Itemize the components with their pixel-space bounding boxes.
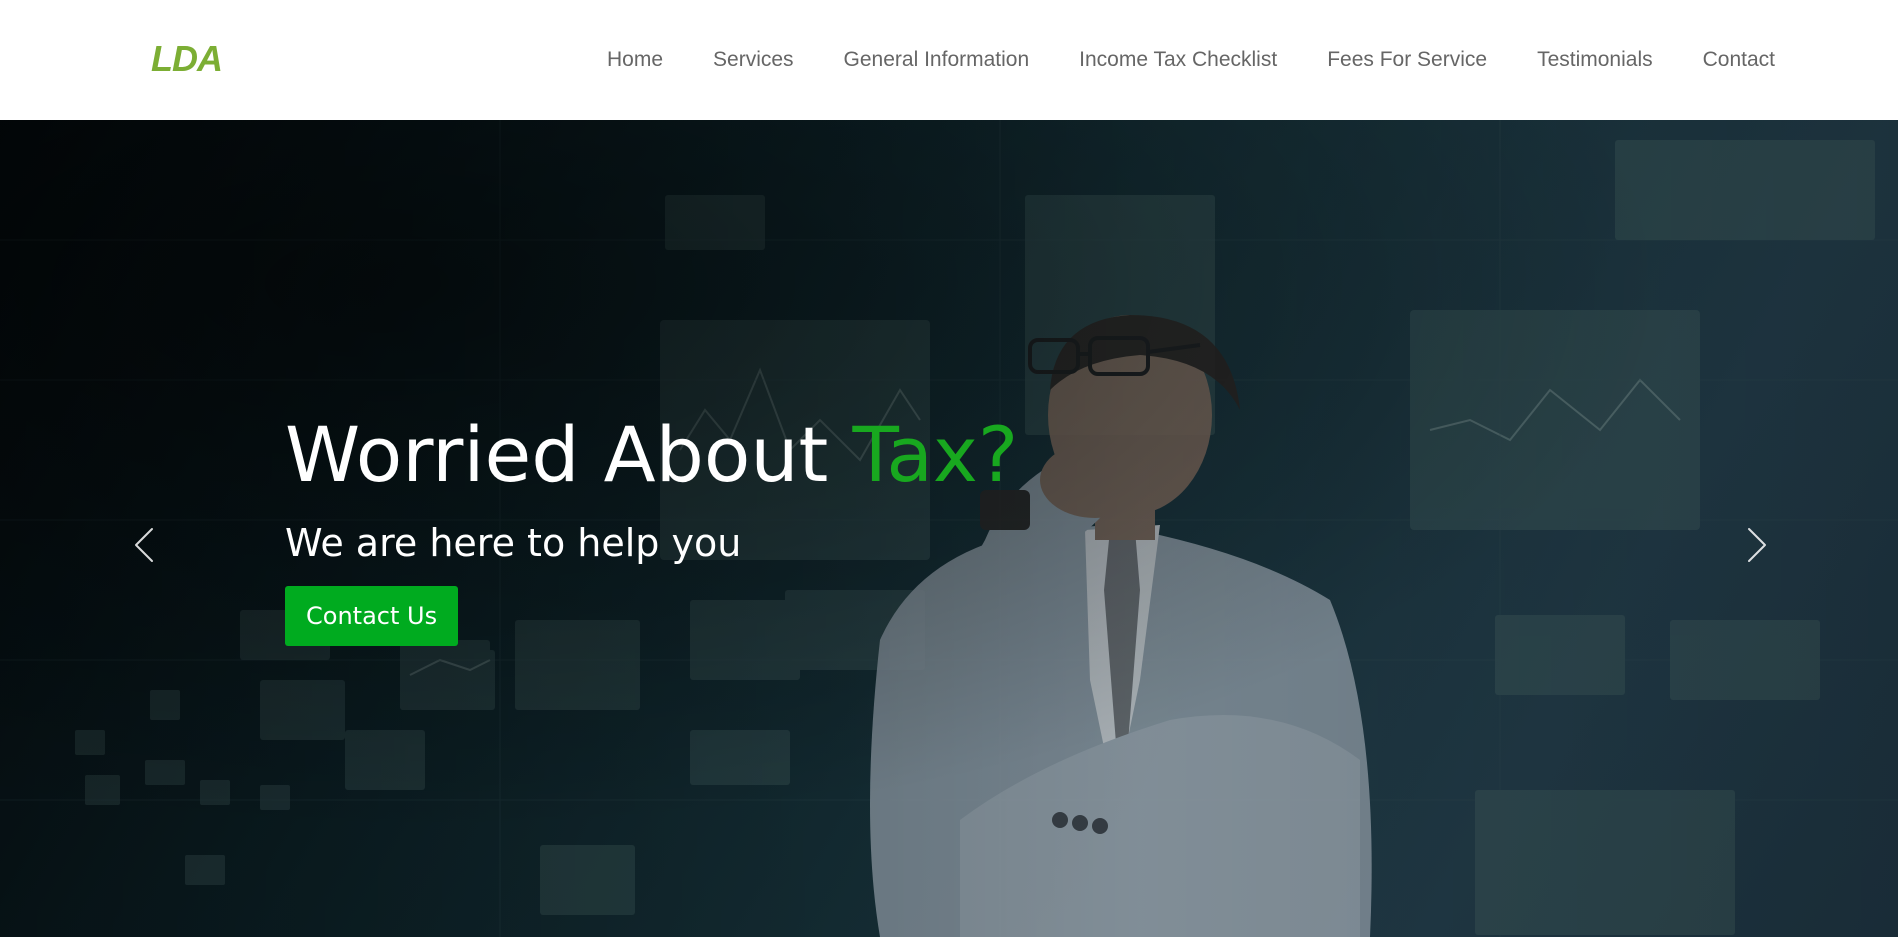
carousel-prev-button[interactable] [124, 515, 164, 575]
nav-item-contact[interactable]: Contact [1703, 48, 1775, 72]
nav-item-home[interactable]: Home [607, 48, 663, 72]
hero-subtitle: We are here to help you [285, 521, 742, 565]
site-header: LDA Home Services General Information In… [0, 0, 1898, 120]
nav-item-services[interactable]: Services [713, 48, 794, 72]
hero-title-accent: Tax? [852, 410, 1019, 499]
nav-item-testimonials[interactable]: Testimonials [1537, 48, 1653, 72]
contact-us-button[interactable]: Contact Us [285, 586, 459, 646]
hero-content: Worried About Tax? We are here to help y… [285, 417, 1018, 646]
main-nav: Home Services General Information Income… [607, 0, 1775, 120]
nav-item-fees-for-service[interactable]: Fees For Service [1327, 48, 1487, 72]
logo[interactable]: LDA [151, 38, 223, 80]
chevron-right-icon [1748, 528, 1766, 562]
nav-item-general-information[interactable]: General Information [844, 48, 1030, 72]
hero-carousel: Worried About Tax? We are here to help y… [0, 120, 1898, 937]
chevron-left-icon [135, 528, 153, 562]
carousel-next-button[interactable] [1737, 515, 1777, 575]
nav-item-income-tax-checklist[interactable]: Income Tax Checklist [1079, 48, 1277, 72]
hero-title-main: Worried About [285, 410, 853, 499]
hero-title: Worried About Tax? [285, 417, 1018, 493]
